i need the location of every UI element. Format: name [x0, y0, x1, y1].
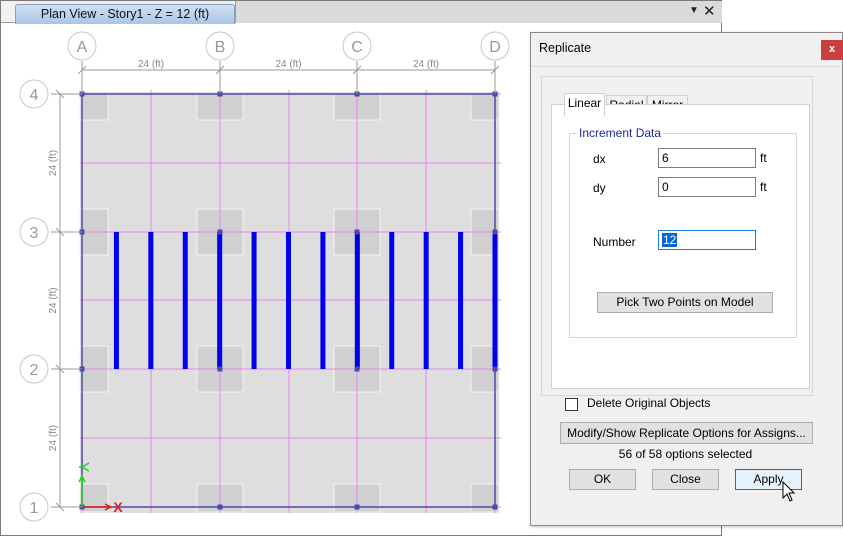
pick-two-points-button[interactable]: Pick Two Points on Model	[597, 292, 773, 313]
number-value: 12	[662, 233, 678, 247]
beam	[423, 232, 429, 369]
dx-input[interactable]: 6	[658, 148, 756, 168]
increment-data-group: Increment Data dx 6 ft dy 0 ft Number 12…	[569, 126, 797, 338]
grid-bubble-label: 3	[30, 225, 39, 242]
dimension-label-y: 24 (ft)	[48, 425, 59, 451]
tab-linear[interactable]: Linear	[564, 93, 605, 116]
beam	[286, 232, 291, 369]
grid-bubble-label: D	[489, 39, 501, 56]
joint	[217, 229, 223, 235]
joint	[354, 504, 360, 510]
dimension-label-x: 24 (ft)	[275, 59, 301, 70]
dx-unit: ft	[760, 151, 767, 165]
joint	[217, 366, 223, 372]
beam	[113, 232, 119, 369]
axis-x-label: X	[113, 499, 123, 515]
grid-bubble-label: B	[215, 39, 226, 56]
dy-label: dy	[593, 181, 606, 195]
beam	[148, 232, 154, 369]
beam	[217, 232, 223, 369]
joint	[492, 504, 498, 510]
grid-bubble-label: A	[77, 39, 88, 56]
grid-bubble-label: 1	[30, 500, 39, 517]
dimension-label-x: 24 (ft)	[413, 59, 439, 70]
close-icon[interactable]: ✕	[703, 2, 716, 20]
beam	[182, 232, 188, 369]
joint	[354, 229, 360, 235]
grid-bubble-label: C	[351, 39, 363, 56]
number-label: Number	[593, 235, 636, 249]
dialog-close-button[interactable]: x	[821, 40, 843, 60]
number-input[interactable]: 12	[658, 230, 756, 250]
beam	[251, 232, 257, 369]
triangle-down-icon[interactable]: ▼	[689, 5, 699, 16]
joint	[492, 229, 498, 235]
mouse-cursor-icon	[782, 481, 796, 502]
joint	[492, 366, 498, 372]
beam	[492, 232, 498, 369]
plan-view-tab[interactable]: Plan View - Story1 - Z = 12 (ft)	[15, 4, 235, 24]
tab-bar: Plan View - Story1 - Z = 12 (ft) ▼ ✕	[1, 1, 722, 24]
grid-bubble-label: 2	[30, 362, 39, 379]
dimension-label-y: 24 (ft)	[48, 287, 59, 313]
group-label: Increment Data	[577, 126, 664, 140]
beam	[320, 232, 326, 369]
dx-label: dx	[593, 152, 606, 166]
grid-bubble-label: 4	[30, 87, 39, 104]
beam	[389, 232, 395, 369]
dy-input[interactable]: 0	[658, 177, 756, 197]
dimension-label-x: 24 (ft)	[138, 59, 164, 70]
joint	[354, 366, 360, 372]
linear-tab-content: Increment Data dx 6 ft dy 0 ft Number 12…	[551, 104, 810, 389]
dialog-title: Replicate	[539, 41, 592, 55]
tab-bar-filler	[235, 1, 722, 23]
dimension-label-y: 24 (ft)	[48, 150, 59, 176]
beam	[354, 232, 360, 369]
dy-unit: ft	[760, 180, 767, 194]
beam	[458, 232, 464, 369]
joint	[217, 504, 223, 510]
